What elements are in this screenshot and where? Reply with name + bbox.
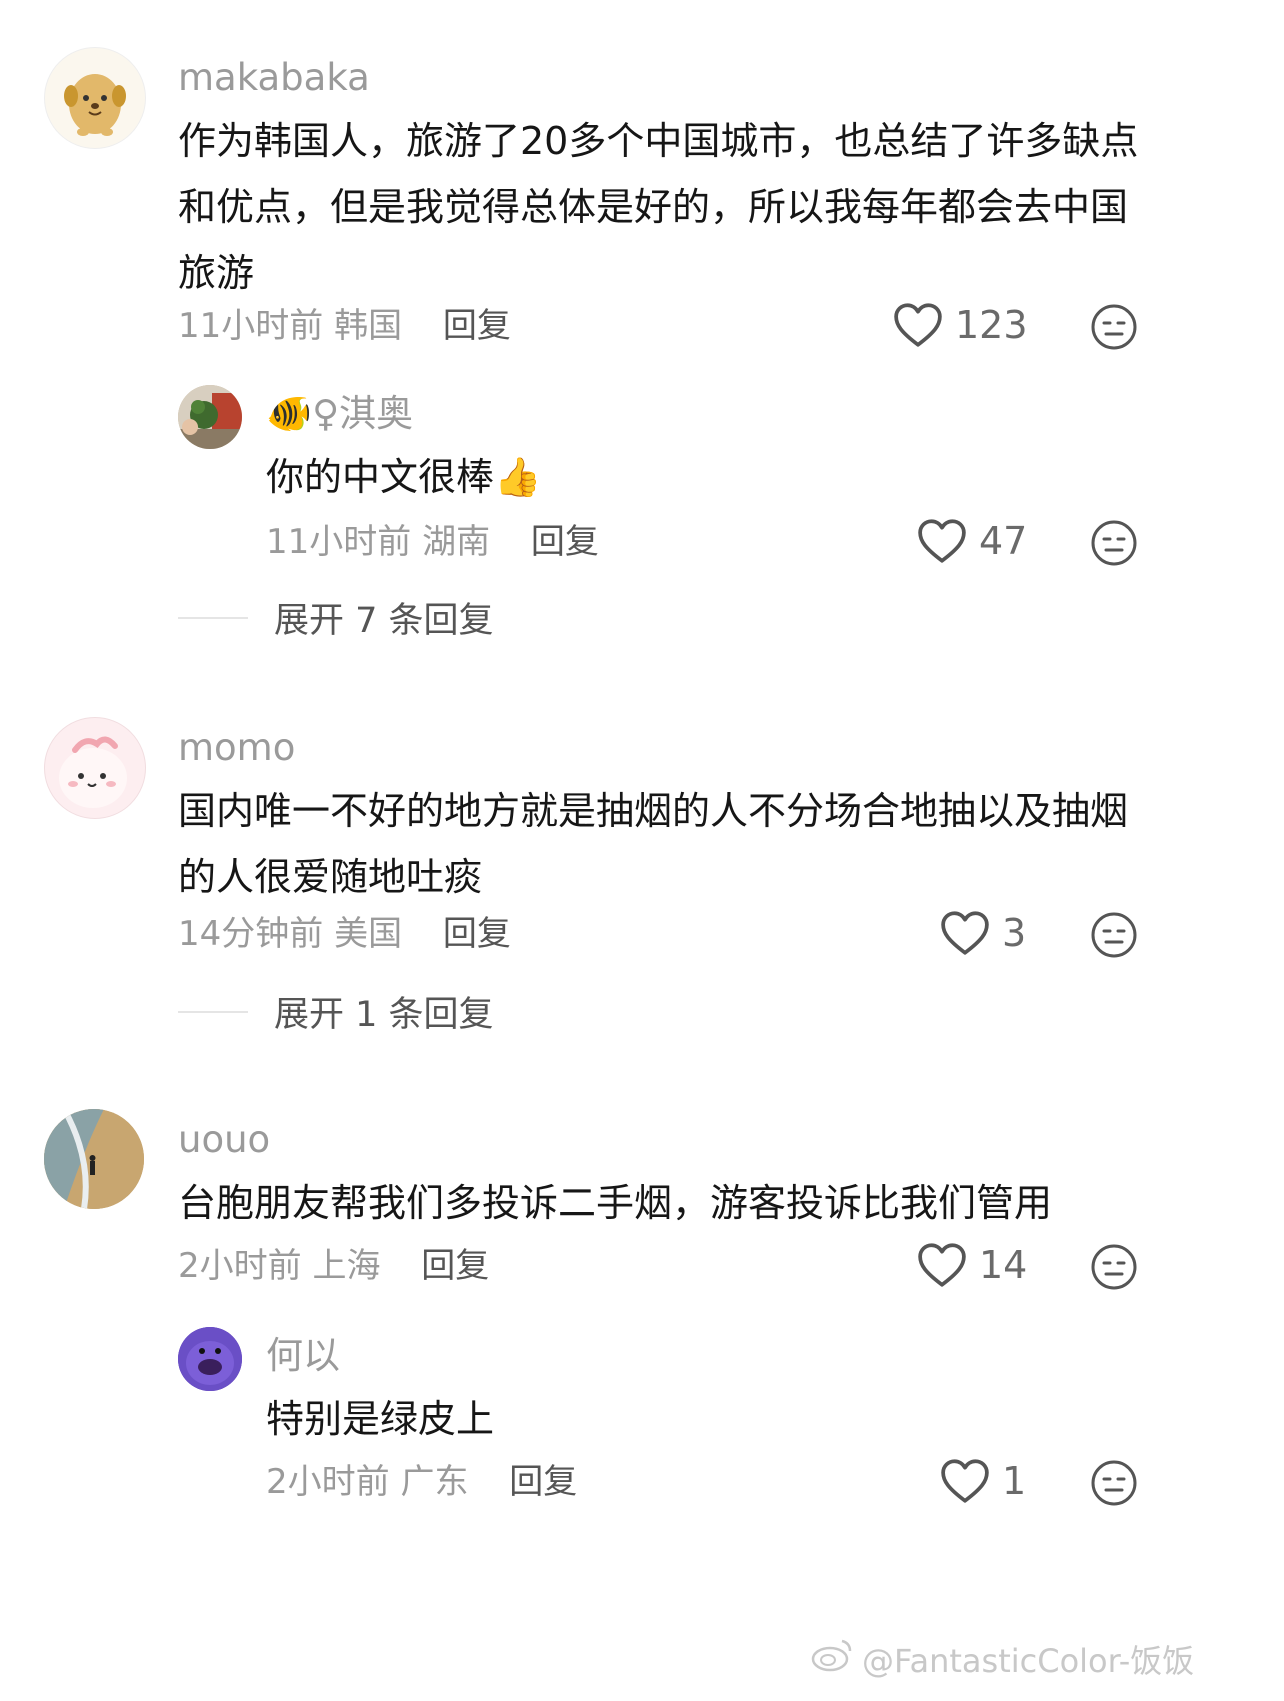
expand-replies-label: 展开 1 条回复 xyxy=(274,995,494,1035)
comment-location: 韩国 xyxy=(334,306,403,346)
heart-outline-icon xyxy=(917,518,967,564)
like-button[interactable]: 3 xyxy=(940,910,1026,956)
comment-meta: 2小时前 上海 回复 xyxy=(178,1244,489,1288)
reply-username[interactable]: 🐠♀淇奥 xyxy=(266,392,413,436)
reply-button[interactable]: 回复 xyxy=(421,1246,489,1286)
neutral-face-icon[interactable] xyxy=(1090,1243,1138,1291)
heart-outline-icon xyxy=(940,1458,990,1504)
avatar[interactable] xyxy=(44,717,146,819)
reply-text: 你的中文很棒👍 xyxy=(266,455,542,499)
like-button[interactable]: 123 xyxy=(893,302,1028,348)
avatar[interactable] xyxy=(178,385,242,449)
like-button[interactable]: 1 xyxy=(940,1458,1026,1504)
reply-button[interactable]: 回复 xyxy=(443,306,511,346)
reply-time: 11小时前 xyxy=(266,522,412,562)
reply-location: 湖南 xyxy=(422,522,491,562)
avatar[interactable] xyxy=(44,1109,144,1209)
reply-button[interactable]: 回复 xyxy=(509,1462,577,1502)
reply-meta: 2小时前 广东 回复 xyxy=(266,1460,577,1504)
reply-text: 特别是绿皮上 xyxy=(266,1397,495,1441)
watermark-text: @FantasticColor-饭饭 xyxy=(862,1642,1195,1680)
watermark: @FantasticColor-饭饭 xyxy=(810,1636,1194,1682)
heart-outline-icon xyxy=(893,302,943,348)
weibo-logo-icon xyxy=(810,1637,854,1681)
comment-text: 台胞朋友帮我们多投诉二手烟，游客投诉比我们管用 xyxy=(178,1181,1053,1225)
like-count: 3 xyxy=(1002,911,1027,955)
like-count: 14 xyxy=(979,1243,1028,1287)
divider xyxy=(178,616,248,619)
neutral-face-icon[interactable] xyxy=(1090,519,1138,567)
comment-username[interactable]: makabaka xyxy=(178,56,370,100)
neutral-face-icon[interactable] xyxy=(1090,1459,1138,1507)
neutral-face-icon[interactable] xyxy=(1090,303,1138,351)
heart-outline-icon xyxy=(940,910,990,956)
reply-username[interactable]: 何以 xyxy=(266,1334,340,1378)
reply-location: 广东 xyxy=(400,1462,469,1502)
comment-time: 14分钟前 xyxy=(178,914,324,954)
comment-username[interactable]: momo xyxy=(178,726,295,770)
avatar[interactable] xyxy=(44,47,146,149)
divider xyxy=(178,1010,248,1013)
reply-time: 2小时前 xyxy=(266,1462,390,1502)
comment-text: 作为韩国人，旅游了20多个中国城市，也总结了许多缺点和优点，但是我觉得总体是好的… xyxy=(178,119,1139,295)
like-button[interactable]: 47 xyxy=(917,518,1027,564)
like-count: 47 xyxy=(979,519,1028,563)
reply-button[interactable]: 回复 xyxy=(443,914,511,954)
like-count: 1 xyxy=(1002,1459,1027,1503)
comment-location: 上海 xyxy=(312,1246,381,1286)
expand-replies-button[interactable]: 展开 1 条回复 xyxy=(178,986,494,1037)
comment-time: 11小时前 xyxy=(178,306,324,346)
comment-text: 国内唯一不好的地方就是抽烟的人不分场合地抽以及抽烟的人很爱随地吐痰 xyxy=(178,789,1129,899)
like-count: 123 xyxy=(955,303,1028,347)
expand-replies-button[interactable]: 展开 7 条回复 xyxy=(178,592,494,643)
like-button[interactable]: 14 xyxy=(917,1242,1027,1288)
comment-meta: 11小时前 韩国 回复 xyxy=(178,304,511,348)
heart-outline-icon xyxy=(917,1242,967,1288)
expand-replies-label: 展开 7 条回复 xyxy=(274,601,494,641)
comment-location: 美国 xyxy=(334,914,403,954)
comment-username[interactable]: uouo xyxy=(178,1118,270,1162)
reply-meta: 11小时前 湖南 回复 xyxy=(266,520,599,564)
neutral-face-icon[interactable] xyxy=(1090,911,1138,959)
comment-meta: 14分钟前 美国 回复 xyxy=(178,912,511,956)
avatar[interactable] xyxy=(178,1327,242,1391)
reply-button[interactable]: 回复 xyxy=(531,522,599,562)
comment-time: 2小时前 xyxy=(178,1246,302,1286)
